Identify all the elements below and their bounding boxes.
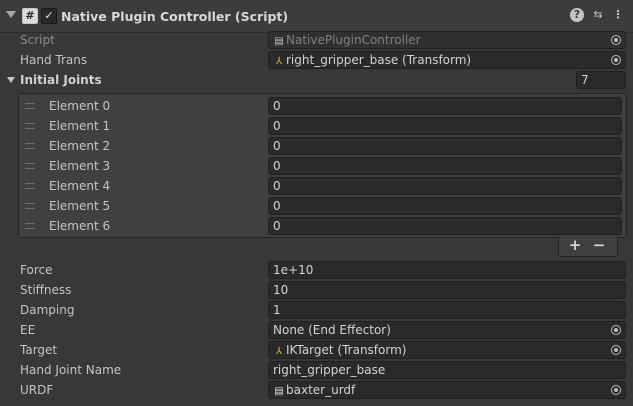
drag-handle-icon[interactable]: [25, 223, 35, 229]
element-label: Element 4: [49, 179, 111, 193]
force-row: Force 1e+10: [0, 260, 633, 280]
hand-joint-name-label: Hand Joint Name: [20, 363, 122, 377]
element-value-field[interactable]: 0: [268, 217, 622, 235]
preset-icon[interactable]: ⇆: [591, 8, 605, 22]
hand-joint-name-field[interactable]: right_gripper_base: [268, 361, 626, 379]
object-picker-icon[interactable]: [611, 325, 621, 335]
element-value-field[interactable]: 0: [268, 117, 622, 135]
initial-joints-label: Initial Joints: [20, 73, 102, 87]
object-picker-icon[interactable]: [611, 345, 621, 355]
element-label: Element 0: [49, 99, 111, 113]
text-asset-icon: ▤: [274, 386, 284, 397]
script-row: Script ▤ NativePluginController: [0, 30, 633, 50]
list-item: Element 1 0: [19, 116, 626, 136]
initial-joints-list: Element 0 0 Element 1 0 Element 2 0 Elem…: [18, 93, 627, 238]
force-field[interactable]: 1e+10: [268, 261, 626, 279]
stiffness-label: Stiffness: [20, 283, 72, 297]
element-value-field[interactable]: 0: [268, 97, 622, 115]
object-picker-icon: [611, 35, 621, 45]
element-label: Element 5: [49, 199, 111, 213]
array-size-field[interactable]: 7: [576, 71, 626, 89]
transform-icon: ⅄: [275, 56, 283, 67]
context-menu-icon[interactable]: ⋮: [611, 8, 625, 22]
ee-field[interactable]: None (End Effector): [268, 321, 626, 339]
initial-joints-row[interactable]: Initial Joints 7: [0, 70, 633, 90]
script-icon: #: [22, 8, 38, 24]
damping-field[interactable]: 1: [268, 301, 626, 319]
urdf-row: URDF ▤ baxter_urdf: [0, 380, 633, 400]
drag-handle-icon[interactable]: [25, 103, 35, 109]
drag-handle-icon[interactable]: [25, 123, 35, 129]
hand-trans-row: Hand Trans ⅄ right_gripper_base (Transfor…: [0, 50, 633, 70]
force-label: Force: [20, 263, 53, 277]
object-picker-icon[interactable]: [611, 385, 621, 395]
help-icon[interactable]: ?: [570, 8, 584, 22]
damping-row: Damping 1: [0, 300, 633, 320]
drag-handle-icon[interactable]: [25, 163, 35, 169]
foldout-arrow-icon[interactable]: [6, 11, 16, 18]
urdf-label: URDF: [20, 383, 54, 397]
list-item: Element 4 0: [19, 176, 626, 196]
damping-label: Damping: [20, 303, 75, 317]
component-enabled-checkbox[interactable]: ✓: [41, 8, 57, 24]
drag-handle-icon[interactable]: [25, 143, 35, 149]
target-label: Target: [20, 343, 58, 357]
list-item: Element 2 0: [19, 136, 626, 156]
target-field[interactable]: ⅄ IKTarget (Transform): [268, 341, 626, 359]
remove-element-button[interactable]: −: [587, 236, 611, 256]
list-item: Element 5 0: [19, 196, 626, 216]
urdf-value: baxter_urdf: [286, 383, 356, 397]
script-label: Script: [20, 33, 55, 47]
stiffness-field[interactable]: 10: [268, 281, 626, 299]
add-element-button[interactable]: +: [563, 236, 587, 256]
element-label: Element 3: [49, 159, 111, 173]
stiffness-row: Stiffness 10: [0, 280, 633, 300]
element-label: Element 2: [49, 139, 111, 153]
hand-trans-value: right_gripper_base (Transform): [286, 53, 472, 67]
list-footer: + −: [558, 236, 618, 257]
hand-trans-field[interactable]: ⅄ right_gripper_base (Transform): [268, 51, 626, 69]
hand-joint-name-row: Hand Joint Name right_gripper_base: [0, 360, 633, 380]
element-value-field[interactable]: 0: [268, 197, 622, 215]
list-item: Element 0 0: [19, 96, 626, 116]
urdf-field[interactable]: ▤ baxter_urdf: [268, 381, 626, 399]
ee-label: EE: [20, 323, 36, 337]
ee-value: None (End Effector): [273, 323, 391, 337]
component-title: Native Plugin Controller (Script): [61, 9, 289, 24]
ee-row: EE None (End Effector): [0, 320, 633, 340]
script-field: ▤ NativePluginController: [268, 31, 626, 49]
script-value: NativePluginController: [286, 33, 421, 47]
script-asset-icon: ▤: [274, 36, 284, 47]
list-item: Element 6 0: [19, 216, 626, 236]
target-value: IKTarget (Transform): [286, 343, 407, 357]
element-value-field[interactable]: 0: [268, 177, 622, 195]
drag-handle-icon[interactable]: [25, 183, 35, 189]
list-item: Element 3 0: [19, 156, 626, 176]
target-row: Target ⅄ IKTarget (Transform): [0, 340, 633, 360]
joints-foldout-icon[interactable]: [7, 77, 15, 83]
element-label: Element 6: [49, 219, 111, 233]
component-header[interactable]: # ✓ Native Plugin Controller (Script) ? …: [0, 0, 633, 33]
object-picker-icon[interactable]: [611, 55, 621, 65]
hand-trans-label: Hand Trans: [20, 53, 88, 67]
element-value-field[interactable]: 0: [268, 137, 622, 155]
element-label: Element 1: [49, 119, 111, 133]
drag-handle-icon[interactable]: [25, 203, 35, 209]
transform-icon: ⅄: [275, 346, 283, 357]
element-value-field[interactable]: 0: [268, 157, 622, 175]
